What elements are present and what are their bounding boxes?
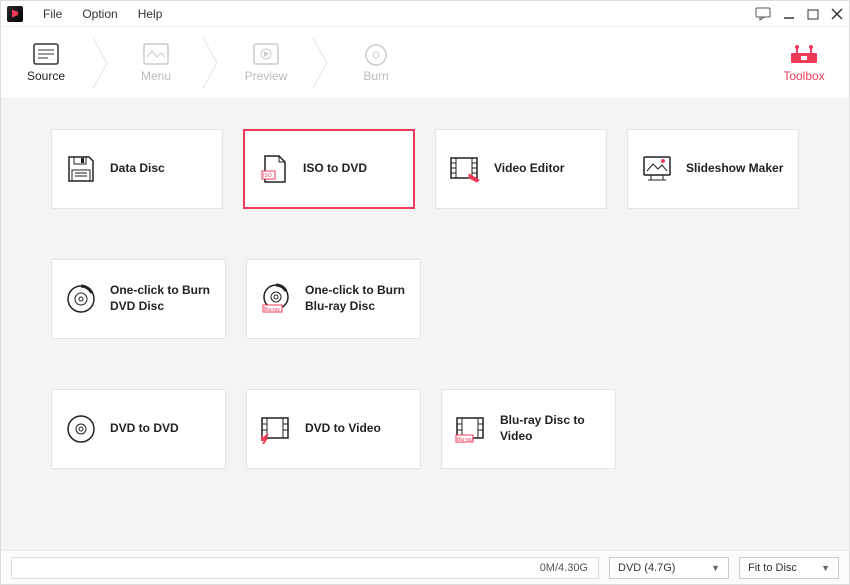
feedback-icon[interactable] — [755, 7, 771, 21]
minimize-icon[interactable] — [783, 8, 795, 20]
capacity-bar: 0M/4.30G — [11, 557, 599, 579]
menubar: File Option Help — [1, 1, 849, 27]
step-menu-label: Menu — [141, 69, 171, 83]
step-bar: Source Menu Preview Burn Toolbox — [1, 27, 849, 99]
slideshow-icon — [640, 152, 674, 186]
fit-value: Fit to Disc — [748, 562, 797, 574]
disc-type-select[interactable]: DVD (4.7G) ▼ — [609, 557, 729, 579]
tool-bluray-to-video[interactable]: Blu-ray Blu-ray Disc to Video — [441, 389, 616, 469]
tool-label: Data Disc — [110, 161, 165, 177]
step-burn[interactable]: Burn — [331, 27, 421, 98]
disc-icon — [64, 412, 98, 446]
step-menu[interactable]: Menu — [111, 27, 201, 98]
burn-icon — [363, 43, 389, 65]
preview-icon — [253, 43, 279, 65]
step-source[interactable]: Source — [1, 27, 91, 98]
bluray-burn-icon: Blu-ray — [259, 282, 293, 316]
chevron-down-icon: ▼ — [711, 563, 720, 573]
tool-dvd-to-dvd[interactable]: DVD to DVD — [51, 389, 226, 469]
tool-label: DVD to Video — [305, 421, 381, 437]
tool-label: ISO to DVD — [303, 161, 367, 177]
tool-slideshow-maker[interactable]: Slideshow Maker — [627, 129, 799, 209]
tool-data-disc[interactable]: Data Disc — [51, 129, 223, 209]
tool-label: Blu-ray Disc to Video — [500, 413, 603, 444]
fit-select[interactable]: Fit to Disc ▼ — [739, 557, 839, 579]
maximize-icon[interactable] — [807, 8, 819, 20]
bottom-bar: 0M/4.30G DVD (4.7G) ▼ Fit to Disc ▼ — [1, 550, 849, 584]
chevron-icon — [201, 27, 221, 99]
toolbox-icon — [789, 43, 819, 65]
step-source-label: Source — [27, 69, 65, 83]
tool-label: Video Editor — [494, 161, 564, 177]
svg-text:ISO: ISO — [263, 173, 272, 179]
chevron-icon — [91, 27, 111, 99]
capacity-text: 0M/4.30G — [540, 562, 588, 574]
tool-video-editor[interactable]: Video Editor — [435, 129, 607, 209]
tool-label: One-click to Burn Blu-ray Disc — [305, 283, 408, 314]
bluray-export-icon: Blu-ray — [454, 412, 488, 446]
chevron-icon — [311, 27, 331, 99]
disc-type-value: DVD (4.7G) — [618, 562, 675, 574]
step-burn-label: Burn — [363, 69, 388, 83]
tool-oneclick-bluray[interactable]: Blu-ray One-click to Burn Blu-ray Disc — [246, 259, 421, 339]
toolbox-button[interactable]: Toolbox — [759, 43, 849, 83]
disc-burn-icon — [64, 282, 98, 316]
tool-label: DVD to DVD — [110, 421, 179, 437]
tool-label: Slideshow Maker — [686, 161, 783, 177]
source-icon — [33, 43, 59, 65]
window-controls — [755, 7, 843, 21]
tool-iso-to-dvd[interactable]: ISO ISO to DVD — [243, 129, 415, 209]
tool-dvd-to-video[interactable]: DVD to Video — [246, 389, 421, 469]
film-export-icon — [259, 412, 293, 446]
app-logo — [7, 6, 23, 22]
film-edit-icon — [448, 152, 482, 186]
floppy-icon — [64, 152, 98, 186]
close-icon[interactable] — [831, 8, 843, 20]
menu-option[interactable]: Option — [72, 7, 127, 21]
svg-text:Blu-ray: Blu-ray — [457, 437, 473, 443]
toolbox-label: Toolbox — [783, 69, 824, 83]
menu-step-icon — [143, 43, 169, 65]
menu-file[interactable]: File — [33, 7, 72, 21]
tool-label: One-click to Burn DVD Disc — [110, 283, 213, 314]
step-preview-label: Preview — [245, 69, 288, 83]
tool-oneclick-dvd[interactable]: One-click to Burn DVD Disc — [51, 259, 226, 339]
menu-help[interactable]: Help — [128, 7, 173, 21]
svg-text:Blu-ray: Blu-ray — [264, 307, 280, 313]
step-preview[interactable]: Preview — [221, 27, 311, 98]
iso-file-icon: ISO — [257, 152, 291, 186]
chevron-down-icon: ▼ — [821, 563, 830, 573]
tool-grid: Data Disc ISO ISO to DVD Video Editor Sl… — [1, 99, 849, 550]
